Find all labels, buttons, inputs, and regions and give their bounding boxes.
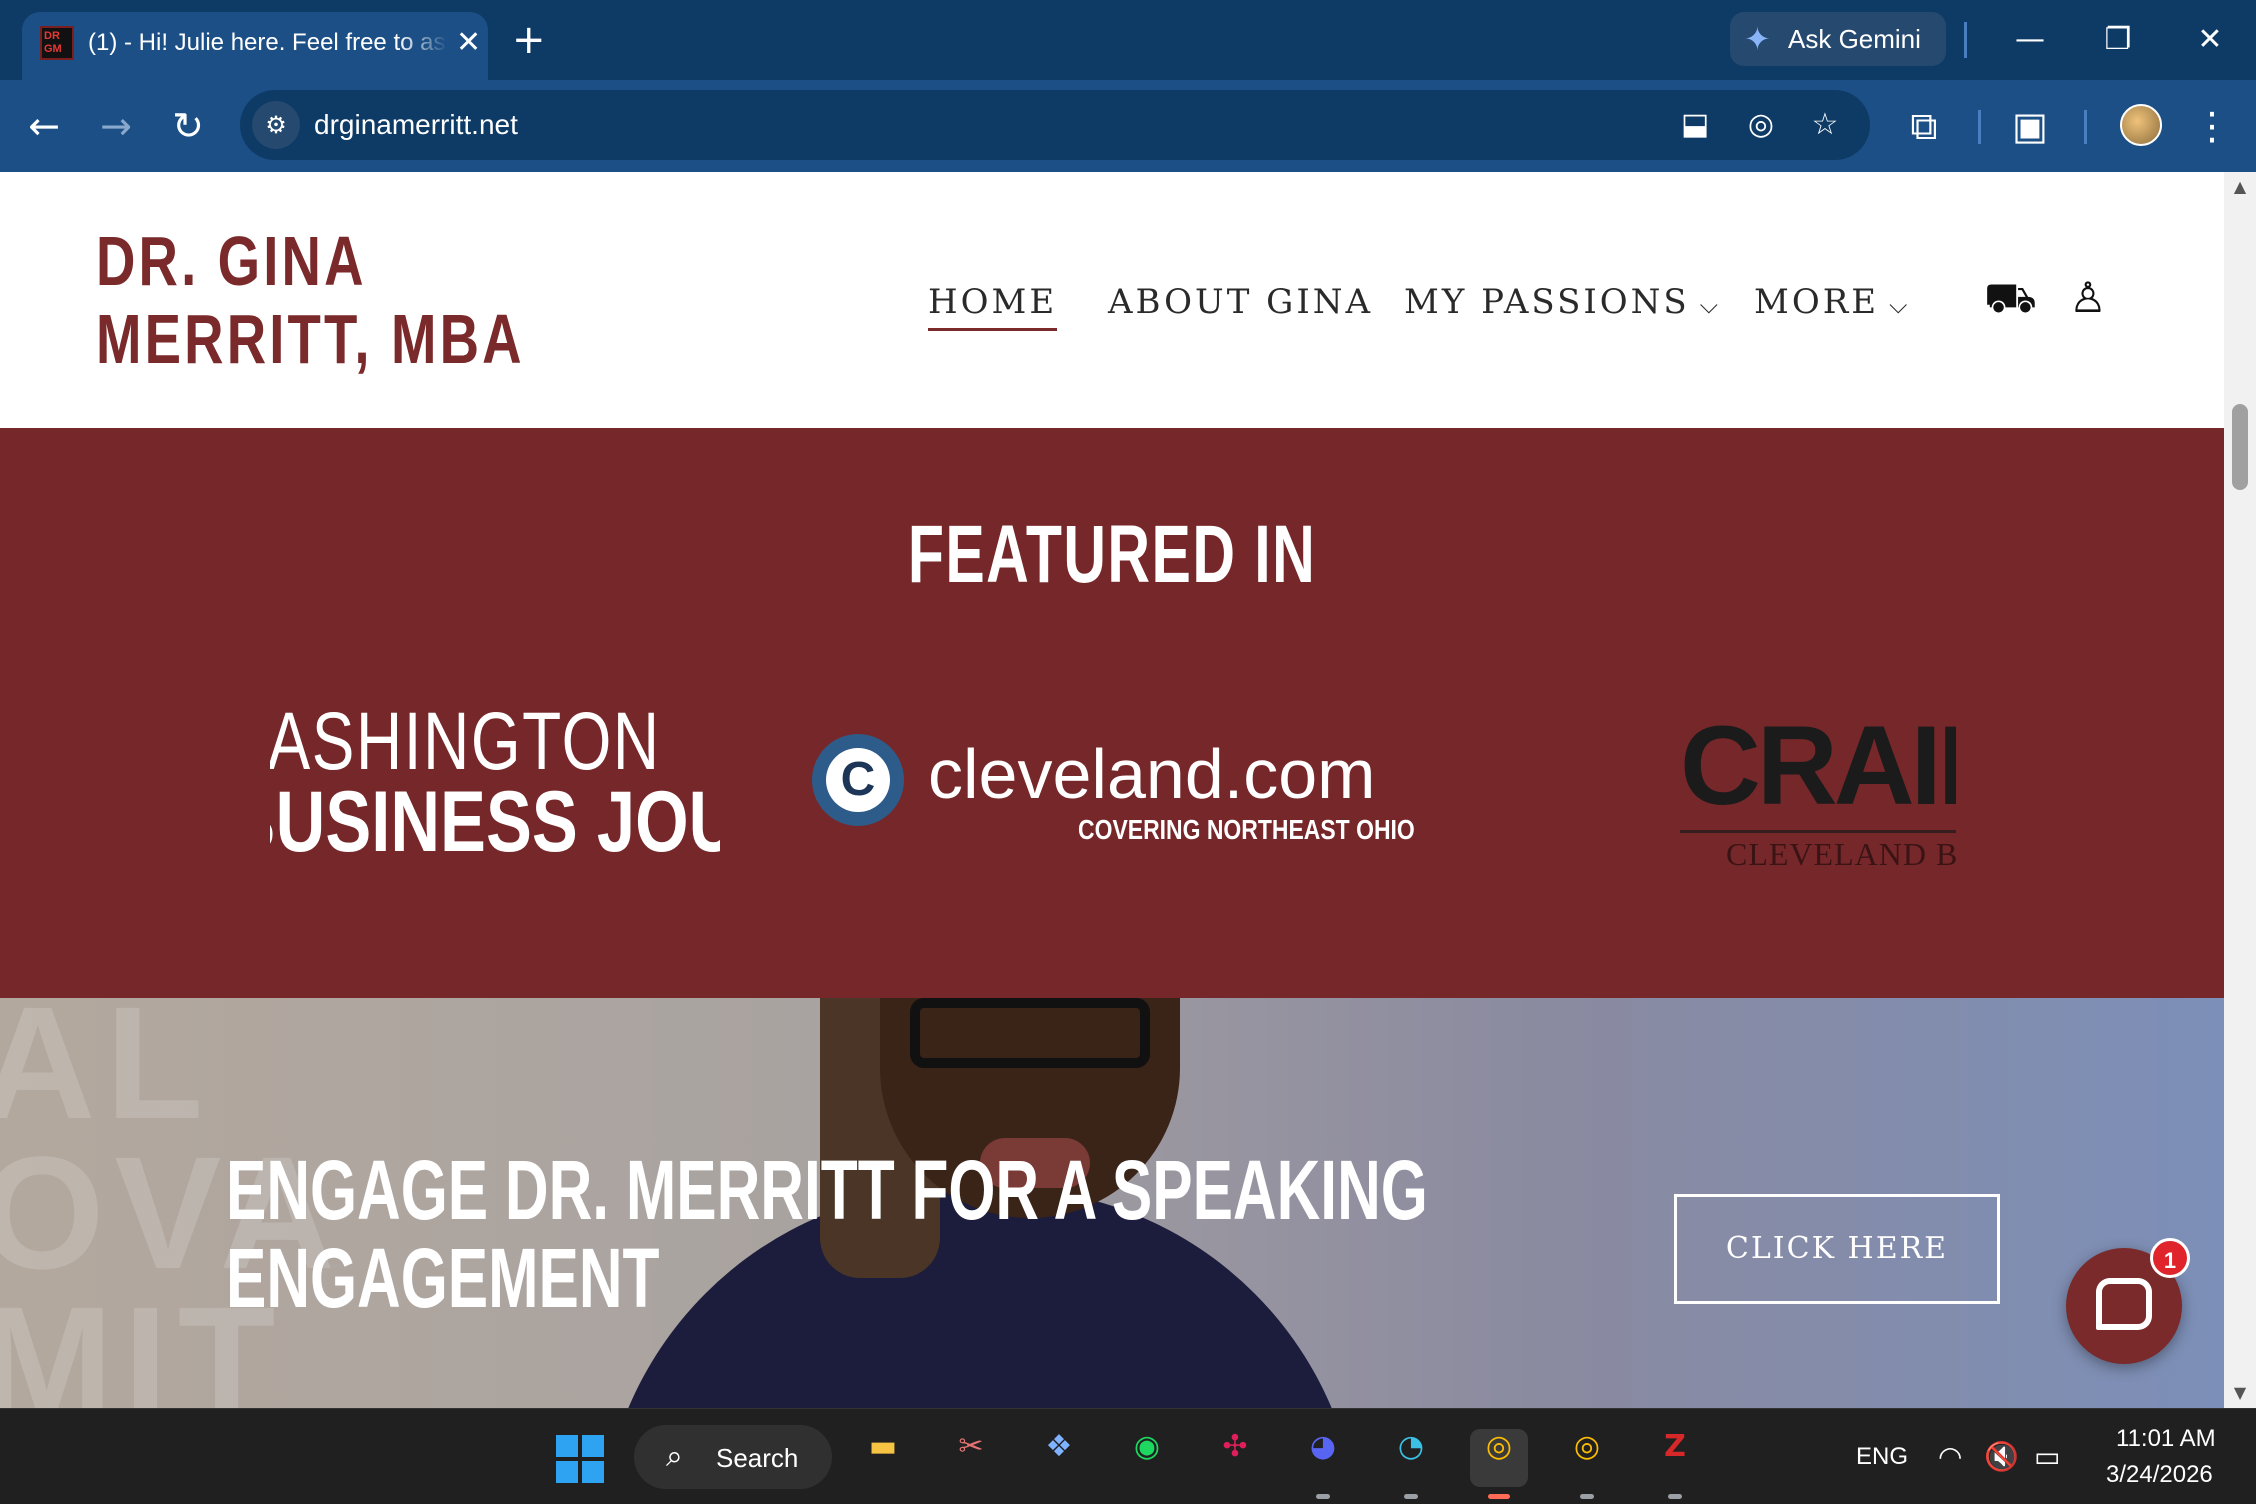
reload-icon[interactable]: ↻	[164, 102, 212, 150]
featured-in-section: FEATURED IN WASHINGTON BUSINESS JOURNAL …	[0, 428, 2224, 998]
language-indicator[interactable]: ENG	[1856, 1443, 1908, 1471]
eye-off-icon[interactable]: ◎	[1740, 104, 1782, 146]
wbj-line2: BUSINESS JOURNAL	[270, 774, 720, 860]
crains-name: CRAIN'S	[1680, 708, 1956, 828]
hero-title: ENGAGE DR. MERRITT FOR A SPEAKING ENGAGE…	[226, 1143, 1428, 1325]
site-logo[interactable]: DR. GINA MERRITT, MBA	[96, 222, 564, 378]
zotero-icon[interactable]: Z	[1646, 1429, 1704, 1499]
browser-toolbar: ← → ↻ ⚙ drginamerritt.net ⬓ ◎ ☆ ⧉ ▣ ⋮	[0, 80, 2256, 172]
browser-tab-active[interactable]: DR GM (1) - Hi! Julie here. Feel free to…	[22, 12, 488, 80]
nav-my-passions[interactable]: MY PASSIONS ⌵	[1404, 282, 1721, 322]
ask-gemini-label: Ask Gemini	[1788, 24, 1921, 54]
forward-arrow-icon[interactable]: →	[92, 102, 140, 150]
account-icon[interactable]: ♙	[2062, 272, 2114, 324]
nav-about-label: ABOUT GINA	[1108, 282, 1374, 322]
nav-home-label: HOME	[928, 282, 1058, 322]
url-text[interactable]: drginamerritt.net	[314, 108, 518, 142]
browser-tab-bar: DR GM (1) - Hi! Julie here. Feel free to…	[0, 0, 2256, 80]
spotify-icon[interactable]: ◉	[1118, 1429, 1176, 1487]
cart-icon[interactable]: ⛟	[1984, 272, 2037, 324]
tab-close-icon[interactable]: ✕	[456, 26, 481, 60]
nav-about-gina[interactable]: ABOUT GINA	[1108, 282, 1373, 322]
discord-icon[interactable]: ◕	[1294, 1429, 1352, 1499]
cleveland-name: cleveland.com	[928, 735, 1376, 813]
search-label: Search	[716, 1443, 799, 1473]
chrome-icon[interactable]: ◎	[1470, 1429, 1528, 1499]
scroll-up-icon[interactable]: ▲	[2224, 172, 2256, 202]
crains-subtitle: CLEVELAND BUSINESS	[1726, 836, 1956, 868]
nav-home[interactable]: HOME	[928, 282, 1058, 331]
close-window-button[interactable]: ✕	[2180, 16, 2240, 64]
toolbar-divider	[2084, 110, 2087, 144]
new-tab-button[interactable]: +	[512, 18, 546, 62]
chat-icon	[2096, 1278, 2152, 1330]
tab-search-icon[interactable]: ▣	[2006, 102, 2054, 150]
taskbar-search[interactable]: ⌕ Search	[634, 1425, 832, 1489]
install-app-icon[interactable]: ⬓	[1674, 104, 1716, 146]
tabbar-separator	[1964, 22, 1967, 58]
profile-avatar[interactable]	[2120, 104, 2162, 146]
tab-favicon: DR GM	[40, 26, 74, 60]
extensions-icon[interactable]: ⧉	[1900, 102, 1948, 150]
toolbar-divider	[1978, 110, 1981, 144]
crains-rule	[1680, 830, 1956, 833]
copilot-icon[interactable]: ❖	[1030, 1429, 1088, 1487]
click-here-button[interactable]: CLICK HERE	[1674, 1194, 2000, 1304]
snipping-tool-icon[interactable]: ✂	[942, 1429, 1000, 1487]
wbj-line1: WASHINGTON	[270, 700, 661, 787]
tab-title: (1) - Hi! Julie here. Feel free to ask	[88, 26, 448, 60]
wifi-icon[interactable]: ◠	[1938, 1441, 1962, 1473]
address-bar[interactable]: ⚙ drginamerritt.net ⬓ ◎ ☆	[240, 90, 1870, 160]
edge-icon[interactable]: ◔	[1382, 1429, 1440, 1499]
featured-in-title: FEATURED IN	[907, 509, 1317, 600]
chat-notification-badge: 1	[2150, 1238, 2190, 1278]
speaker-muted-icon[interactable]: 🔇	[1984, 1441, 2019, 1473]
back-arrow-icon[interactable]: ←	[20, 102, 68, 150]
clock-time[interactable]: 11:01 AM	[2116, 1425, 2216, 1453]
site-info-icon[interactable]: ⚙	[252, 101, 300, 149]
file-explorer-icon[interactable]: ▬	[854, 1429, 912, 1487]
clock-date[interactable]: 3/24/2026	[2106, 1461, 2213, 1489]
nav-passions-label: MY PASSIONS	[1404, 282, 1690, 322]
cleveland-mark-icon: C	[812, 734, 904, 826]
page-scrollbar[interactable]: ▲ ▼	[2224, 172, 2256, 1408]
ask-gemini-button[interactable]: ✦ Ask Gemini	[1730, 12, 1946, 66]
chevron-down-icon: ⌵	[1699, 291, 1721, 319]
hero-title-line2: ENGAGEMENT	[226, 1231, 660, 1325]
chevron-down-icon: ⌵	[1889, 291, 1911, 319]
washington-business-journal-logo: WASHINGTON BUSINESS JOURNAL	[270, 700, 720, 860]
cleveland-mark-letter: C	[826, 748, 890, 812]
nav-more[interactable]: MORE ⌵	[1754, 282, 1910, 322]
hero-title-line1: ENGAGE DR. MERRITT FOR A SPEAKING	[226, 1143, 1428, 1237]
site-header: DR. GINA MERRITT, MBA HOME ABOUT GINA MY…	[0, 172, 2224, 428]
speaker-glasses	[910, 998, 1150, 1068]
chrome-profile-icon[interactable]: ◎	[1558, 1429, 1616, 1499]
cleveland-tagline: COVERING NORTHEAST OHIO	[1078, 814, 1415, 845]
cleveland-com-logo: C cleveland.com COVERING NORTHEAST OHIO	[812, 734, 1415, 854]
search-icon: ⌕	[666, 1439, 683, 1474]
start-button[interactable]	[556, 1435, 604, 1483]
restore-button[interactable]: ❐	[2088, 16, 2148, 64]
scroll-down-icon[interactable]: ▼	[2224, 1378, 2256, 1408]
windows-taskbar: ⌕ Search ▬ ✂ ❖ ◉ ✣ ◕ ◔ ◎ ◎ Z ENG ◠ 🔇 ▭ 1…	[0, 1408, 2256, 1504]
scroll-thumb[interactable]	[2232, 404, 2248, 490]
minimize-button[interactable]: —	[2000, 16, 2060, 64]
slack-icon[interactable]: ✣	[1206, 1429, 1264, 1487]
gemini-icon: ✦	[1744, 20, 1771, 58]
battery-icon[interactable]: ▭	[2034, 1441, 2060, 1473]
crains-cleveland-logo: CRAIN'S CLEVELAND BUSINESS	[1680, 708, 1956, 868]
nav-more-label: MORE	[1754, 282, 1880, 322]
bookmark-star-icon[interactable]: ☆	[1804, 104, 1846, 146]
menu-icon[interactable]: ⋮	[2188, 102, 2236, 150]
